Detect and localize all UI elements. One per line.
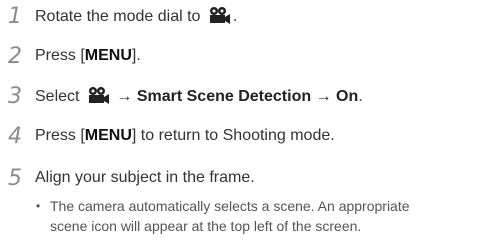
note-text: The camera automatically selects a scene… <box>50 198 410 234</box>
movie-camera-icon <box>88 87 109 104</box>
step-text: Press [MENU] to return to Shooting mode. <box>35 127 335 144</box>
step-number: 4 <box>8 123 22 149</box>
bullet: • <box>36 199 41 213</box>
step-text: Select → Smart Scene Detection → On. <box>35 87 363 105</box>
step-5-note: • The camera automatically selects a sce… <box>36 196 486 238</box>
step-number: 2 <box>8 43 22 69</box>
menu-item-value: On <box>336 88 359 105</box>
step-text: Rotate the mode dial to . <box>35 7 238 25</box>
menu-key: MENU <box>84 47 132 64</box>
movie-camera-icon <box>209 7 230 24</box>
step-text: Align your subject in the frame. <box>35 169 255 186</box>
menu-key: MENU <box>84 127 132 144</box>
step-text: Press [MENU]. <box>35 47 141 64</box>
menu-item-name: Smart Scene Detection <box>136 88 312 105</box>
step-number: 5 <box>8 165 22 191</box>
step-number: 1 <box>8 3 22 29</box>
step-number: 3 <box>8 83 22 109</box>
